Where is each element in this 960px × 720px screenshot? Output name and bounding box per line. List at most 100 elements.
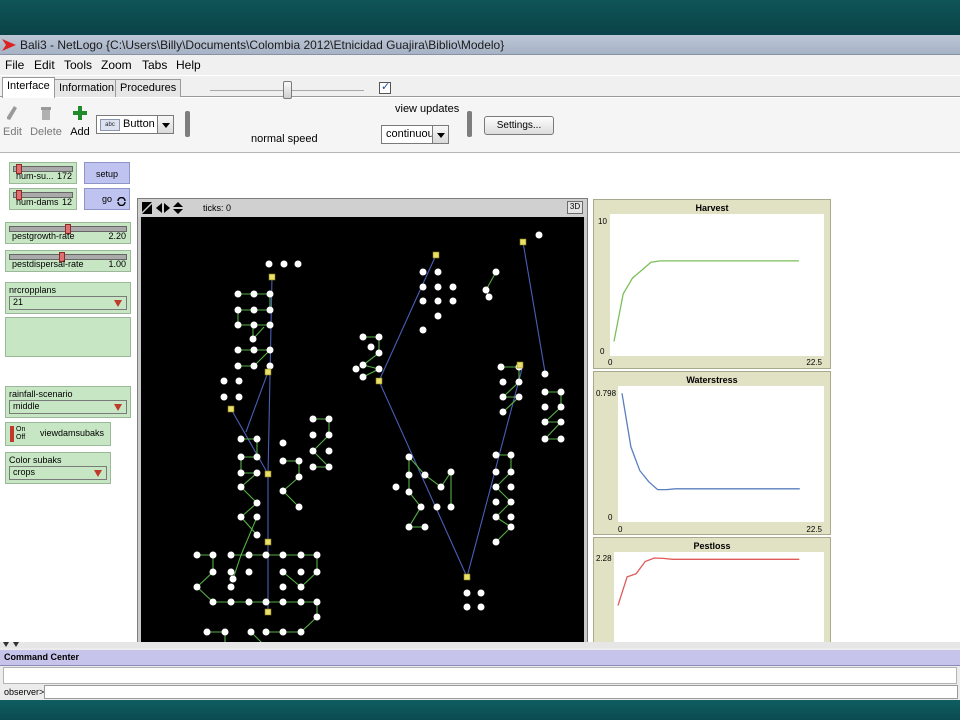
switch-off-label: Off [16,434,26,441]
edit-tool[interactable]: Edit [3,105,22,138]
dropdown-triangle-icon [114,300,122,307]
menu-bar: File Edit Tools Zoom Tabs Help [0,55,960,75]
num-dams-slider[interactable]: num-dams 12 [9,188,77,210]
menu-file[interactable]: File [5,58,24,72]
switch-label: viewdamsubaks [40,428,105,438]
menu-edit[interactable]: Edit [34,58,55,72]
forever-icon [117,197,126,206]
tab-interface[interactable]: Interface [2,77,55,98]
widget-type-select[interactable]: abc Button [96,115,174,134]
viewdamsubaks-switch[interactable]: On Off viewdamsubaks [5,422,111,446]
num-subaks-slider[interactable]: num-su... 172 [9,162,77,184]
slider-label: num-dams [16,197,59,207]
interface-toolbar: Edit Delete Add abc Button normal speed … [0,98,960,153]
empty-widget-area [5,317,131,357]
world-canvas[interactable] [141,217,584,661]
plot-ymin: 0 [600,347,605,356]
world-view: ticks: 0 3D [137,198,588,664]
delete-label: Delete [30,126,62,138]
nrcropplans-chooser[interactable]: nrcropplans 21 [5,282,131,314]
tab-strip: Interface Information Procedures [0,76,960,98]
slider-value: 2.20 [108,231,126,241]
menu-tabs[interactable]: Tabs [142,58,167,72]
command-input[interactable] [44,685,958,699]
plot-xmax: 22.5 [806,525,822,534]
switch-toggle[interactable]: On Off [10,426,26,442]
add-tool[interactable]: Add [68,105,92,138]
add-label: Add [70,126,90,138]
chooser-value-box[interactable]: middle [9,400,127,414]
toolbar-separator [185,111,190,137]
plot-title: Harvest [695,203,729,213]
plot-ymax: 0.798 [596,389,617,398]
color-subaks-chooser[interactable]: Color subaks crops [5,452,111,484]
window-title: Bali3 - NetLogo {C:\Users\Billy\Document… [20,38,505,52]
chooser-value: 21 [13,297,24,307]
go-button[interactable]: go [84,188,130,210]
plot-series-line [613,260,799,342]
plot-ymin: 0 [608,513,613,522]
title-bar: Bali3 - NetLogo {C:\Users\Billy\Document… [0,35,960,55]
chooser-value: crops [13,467,36,477]
command-center-title: Command Center [4,652,80,662]
setup-button[interactable]: setup [84,162,130,184]
dropdown-triangle-icon [114,404,122,411]
delete-tool[interactable]: Delete [30,105,62,138]
update-mode-select[interactable]: continuous [381,125,449,144]
tab-procedures[interactable]: Procedures [115,79,182,97]
button-widget-icon: abc [100,119,120,131]
slider-label: pestdispersal-rate [12,259,84,269]
edit-label: Edit [3,126,22,138]
plot-xmin: 0 [608,358,613,367]
rainfall-scenario-chooser[interactable]: rainfall-scenario middle [5,386,131,418]
go-label: go [101,194,112,204]
menu-help[interactable]: Help [176,58,201,72]
menu-zoom[interactable]: Zoom [101,58,132,72]
command-center-header: Command Center [0,650,960,666]
plot-area [610,214,824,356]
slider-value: 172 [56,171,72,181]
3d-view-button[interactable]: 3D [567,201,583,214]
plot-ymax: 10 [598,217,607,226]
desktop-top-band [0,0,960,35]
pestdispersal-rate-slider[interactable]: pestdispersal-rate 1.00 [5,250,131,272]
plot-title: Waterstress [686,375,738,385]
view-updates-label: view updates [395,103,460,115]
netlogo-window: Bali3 - NetLogo {C:\Users\Billy\Document… [0,35,960,700]
slider-label: num-su... [16,171,54,181]
dropdown-triangle-icon [94,470,102,477]
trash-icon [41,107,51,120]
speed-slider-thumb[interactable] [283,81,292,99]
chooser-label: nrcropplans [9,285,57,295]
chooser-value-box[interactable]: crops [9,466,107,480]
chooser-value: middle [13,401,40,411]
settings-button[interactable]: Settings... [484,116,554,135]
view-controls-icon[interactable] [142,202,188,214]
waterstress-line [621,393,800,491]
command-center-output [3,667,957,684]
command-input-row: observer> [0,685,960,700]
desktop-bottom-band [0,700,960,720]
plot-series-line [617,557,800,606]
view-control-strip: ticks: 0 3D [138,199,587,217]
command-center: Command Center observer> [0,648,960,700]
plot-ymax: 2.28 [596,554,612,563]
agent-prompt[interactable]: observer> [4,687,44,697]
ticks-counter: ticks: 0 [203,203,232,213]
chooser-label: Color subaks [9,455,62,465]
widget-type-value: Button [123,118,155,130]
plot-xmin: 0 [618,525,623,534]
speed-label: normal speed [251,133,318,145]
view-updates-checkbox[interactable] [379,80,391,94]
switch-on-label: On [16,426,26,433]
interface-panel: num-su... 172 num-dams 12 setup go pestg… [0,154,960,664]
switch-knob [10,426,14,442]
chevron-down-icon[interactable] [432,126,448,143]
plot-series-line [621,393,800,491]
menu-tools[interactable]: Tools [64,58,92,72]
tab-information[interactable]: Information [54,79,120,97]
pestgrowth-rate-slider[interactable]: pestgrowth-rate 2.20 [5,222,131,244]
slider-value: 1.00 [108,259,126,269]
chevron-down-icon[interactable] [157,116,173,133]
chooser-value-box[interactable]: 21 [9,296,127,310]
